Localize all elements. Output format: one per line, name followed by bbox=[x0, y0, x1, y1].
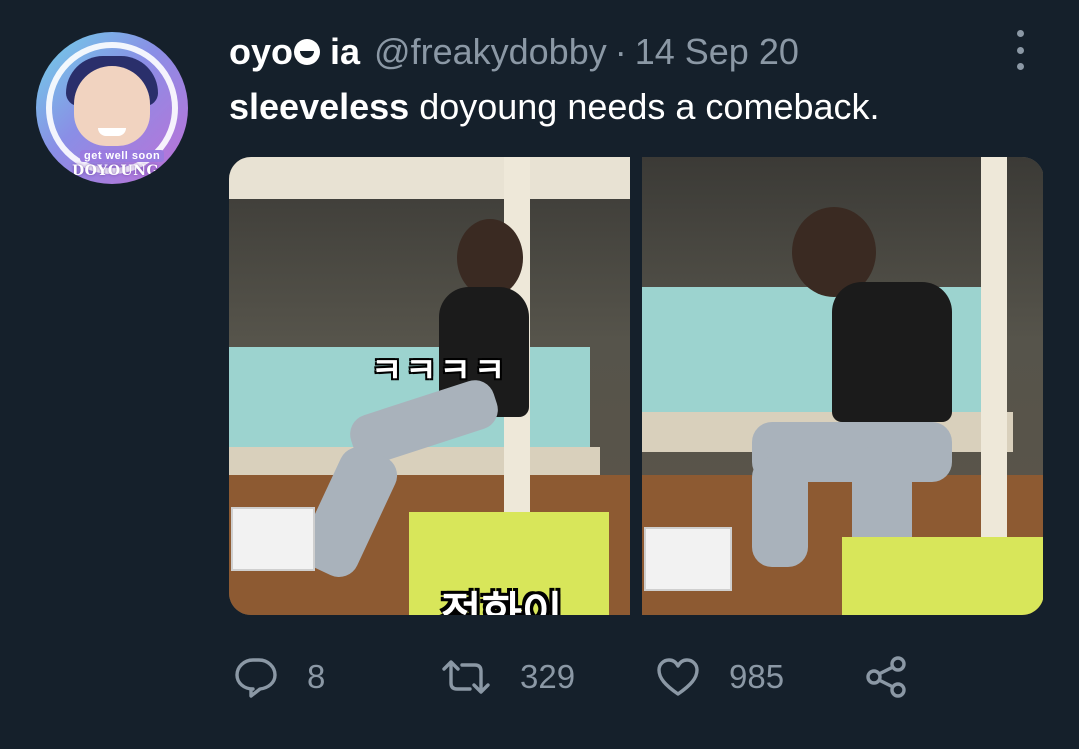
display-name-part2: ia bbox=[330, 31, 361, 72]
display-name[interactable]: oyo ia bbox=[229, 31, 360, 73]
header-separator: · bbox=[614, 31, 627, 72]
tweet-text-rest: doyoung needs a comeback. bbox=[409, 86, 880, 127]
yellow-box bbox=[842, 537, 1043, 615]
tweet-text: sleeveless doyoung needs a comeback. bbox=[229, 86, 880, 128]
more-dot bbox=[1016, 30, 1024, 37]
more-dot bbox=[1016, 63, 1024, 70]
avatar-caption-top: get well soon bbox=[80, 150, 165, 162]
shoe-box bbox=[231, 507, 315, 571]
more-dot bbox=[1016, 46, 1024, 54]
retweet-button[interactable]: 329 bbox=[440, 650, 575, 704]
display-name-part1: oyo bbox=[229, 31, 294, 72]
tweet-header: oyo ia @freakydobby · 14 Sep 20 bbox=[229, 30, 799, 74]
photo-left[interactable]: ㅋㅋㅋㅋ 정화이 bbox=[229, 157, 630, 615]
heart-icon bbox=[655, 656, 701, 698]
media-grid: ㅋㅋㅋㅋ 정화이 bbox=[229, 157, 1044, 615]
photo-right[interactable] bbox=[642, 157, 1043, 615]
avatar-smile bbox=[98, 128, 126, 136]
like-count: 985 bbox=[729, 658, 785, 695]
retweet-count: 329 bbox=[520, 658, 576, 695]
tweet-text-bold: sleeveless bbox=[229, 86, 410, 127]
reply-icon bbox=[233, 656, 279, 698]
retweet-icon bbox=[440, 657, 492, 697]
person-shirt bbox=[832, 282, 952, 422]
share-button[interactable] bbox=[863, 650, 909, 704]
avatar-caption-bottom: DOYOUNG bbox=[72, 163, 159, 179]
more-options-icon[interactable] bbox=[1010, 30, 1030, 70]
photo-caption: ㅋㅋㅋㅋ bbox=[371, 352, 509, 390]
person-head bbox=[457, 219, 523, 297]
tweet-date[interactable]: 14 Sep 20 bbox=[635, 31, 799, 73]
like-button[interactable]: 985 bbox=[655, 650, 784, 704]
smiley-icon bbox=[294, 39, 321, 65]
photo-bottom-caption: 정화이 bbox=[441, 589, 563, 615]
reply-count: 8 bbox=[307, 658, 326, 695]
person-jeans bbox=[752, 457, 808, 567]
shoe-box bbox=[644, 527, 732, 591]
tweet-actions: 8 329 985 bbox=[229, 650, 929, 704]
share-icon bbox=[863, 654, 909, 700]
bunk-bed-top bbox=[229, 157, 630, 199]
user-handle[interactable]: @freakydobby bbox=[374, 31, 607, 73]
avatar[interactable]: get well soon DOYOUNG bbox=[36, 32, 188, 184]
reply-button[interactable]: 8 bbox=[233, 650, 325, 704]
